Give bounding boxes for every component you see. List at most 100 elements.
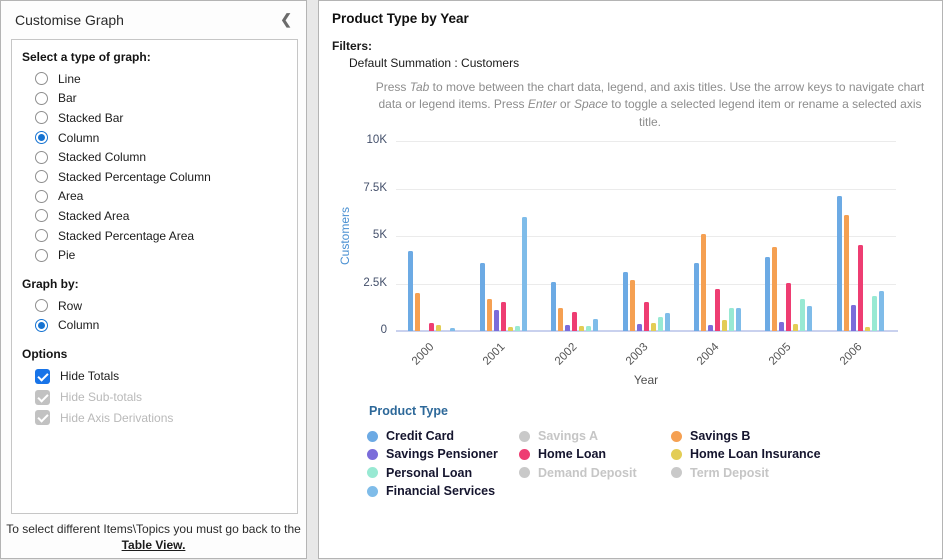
radio-graph-type-stacked-bar[interactable]: Stacked Bar	[35, 108, 297, 128]
graph-by-radio-group: Row Column	[35, 296, 297, 335]
graph-type-radio-group: Line Bar Stacked Bar Column Stacked Column St…	[35, 69, 297, 265]
radio-icon[interactable]	[35, 170, 48, 183]
radio-icon[interactable]	[35, 111, 48, 124]
collapse-panel-icon[interactable]: ❮	[276, 11, 296, 28]
legend-label: Term Deposit	[690, 466, 769, 480]
checkbox-label: Hide Totals	[60, 369, 119, 383]
legend-item-home-loan-insurance[interactable]: Home Loan Insurance	[671, 445, 871, 463]
table-view-link[interactable]: Table View.	[122, 538, 186, 552]
radio-graph-type-stacked-column[interactable]: Stacked Column	[35, 147, 297, 167]
bar-savings-pensioner-2005	[779, 322, 784, 331]
checkbox-icon	[35, 410, 50, 425]
bar-financial-services-2000	[450, 328, 455, 331]
bar-financial-services-2004	[736, 308, 741, 331]
bar-credit-card-2005	[765, 257, 770, 331]
graph-by-heading: Graph by:	[22, 277, 297, 291]
checkbox-hide-axis-derivations: Hide Axis Derivations	[35, 407, 297, 428]
legend-item-demand-deposit[interactable]: Demand Deposit	[519, 464, 671, 482]
legend-item-term-deposit[interactable]: Term Deposit	[671, 464, 871, 482]
radio-label: Stacked Percentage Column	[58, 170, 211, 184]
bar-savings-b-2002	[558, 308, 563, 331]
bar-credit-card-2002	[551, 282, 556, 331]
y-axis-tick-label: 5K	[347, 229, 387, 241]
bar-home-loan-2004	[715, 289, 720, 331]
bar-savings-b-2000	[415, 293, 420, 331]
checkbox-icon[interactable]	[35, 369, 50, 384]
radio-graph-by-row[interactable]: Row	[35, 296, 297, 316]
radio-graph-type-column[interactable]: Column	[35, 128, 297, 148]
options-checkbox-group: Hide Totals Hide Sub-totals Hide Axis Deri…	[35, 366, 297, 428]
radio-icon[interactable]	[35, 151, 48, 164]
radio-label: Stacked Column	[58, 150, 146, 164]
radio-graph-type-pie[interactable]: Pie	[35, 245, 297, 265]
y-axis-title[interactable]: Customers	[338, 201, 352, 271]
graph-options-box: Select a type of graph: LineBarStacked B…	[11, 39, 298, 514]
legend-label: Savings Pensioner	[386, 447, 498, 461]
radio-icon[interactable]	[35, 131, 48, 144]
legend-item-credit-card[interactable]: Credit Card	[367, 427, 519, 445]
radio-icon[interactable]	[35, 190, 48, 203]
legend-item-personal-loan[interactable]: Personal Loan	[367, 464, 519, 482]
checkbox-hide-sub-totals: Hide Sub-totals	[35, 387, 297, 408]
bar-savings-b-2001	[487, 299, 492, 331]
legend-label: Financial Services	[386, 484, 495, 498]
bar-personal-loan-2001	[515, 326, 520, 331]
bar-personal-loan-2006	[872, 296, 877, 331]
radio-icon[interactable]	[35, 319, 48, 332]
radio-icon[interactable]	[35, 209, 48, 222]
bar-home-loan-insurance-2006	[865, 327, 870, 331]
bar-credit-card-2004	[694, 263, 699, 331]
legend-item-savings-pensioner[interactable]: Savings Pensioner	[367, 445, 519, 463]
bar-personal-loan-2003	[658, 317, 663, 331]
checkbox-label: Hide Sub-totals	[60, 390, 142, 404]
radio-icon[interactable]	[35, 299, 48, 312]
y-axis-tick-label: 0	[347, 324, 387, 336]
radio-icon[interactable]	[35, 249, 48, 262]
radio-graph-type-stacked-percentage-column[interactable]: Stacked Percentage Column	[35, 167, 297, 187]
bar-home-loan-insurance-2004	[722, 320, 727, 331]
bar-credit-card-2003	[623, 272, 628, 331]
legend-item-financial-services[interactable]: Financial Services	[367, 482, 519, 500]
legend-label: Home Loan	[538, 447, 606, 461]
bar-personal-loan-2002	[586, 326, 591, 331]
radio-graph-type-stacked-percentage-area[interactable]: Stacked Percentage Area	[35, 226, 297, 246]
radio-label: Column	[58, 318, 99, 332]
legend-label: Credit Card	[386, 429, 454, 443]
bar-personal-loan-2004	[729, 308, 734, 331]
radio-label: Stacked Percentage Area	[58, 229, 194, 243]
radio-label: Bar	[58, 91, 77, 105]
radio-graph-type-stacked-area[interactable]: Stacked Area	[35, 206, 297, 226]
panel-title: Customise Graph	[15, 12, 124, 28]
radio-icon[interactable]	[35, 72, 48, 85]
legend-swatch-icon	[519, 431, 530, 442]
radio-graph-type-line[interactable]: Line	[35, 69, 297, 89]
bar-savings-pensioner-2002	[565, 325, 570, 331]
legend-item-home-loan[interactable]: Home Loan	[519, 445, 671, 463]
x-axis-title[interactable]: Year	[396, 373, 896, 387]
legend-label: Home Loan Insurance	[690, 447, 821, 461]
radio-label: Row	[58, 299, 82, 313]
legend-item-savings-a[interactable]: Savings A	[519, 427, 671, 445]
panel-header: Customise Graph ❮	[1, 1, 306, 34]
legend-label: Savings B	[690, 429, 750, 443]
checkbox-label: Hide Axis Derivations	[60, 411, 173, 425]
checkbox-hide-totals[interactable]: Hide Totals	[35, 366, 297, 387]
legend-swatch-icon	[367, 486, 378, 497]
bar-financial-services-2006	[879, 291, 884, 331]
legend-item-savings-b[interactable]: Savings B	[671, 427, 871, 445]
bar-credit-card-2000	[408, 251, 413, 331]
bar-home-loan-2003	[644, 302, 649, 331]
radio-label: Stacked Bar	[58, 111, 123, 125]
bar-savings-b-2006	[844, 215, 849, 331]
bar-home-loan-insurance-2005	[793, 324, 798, 331]
radio-graph-by-column[interactable]: Column	[35, 316, 297, 336]
radio-label: Stacked Area	[58, 209, 129, 223]
radio-icon[interactable]	[35, 229, 48, 242]
radio-graph-type-area[interactable]: Area	[35, 187, 297, 207]
bar-savings-b-2005	[772, 247, 777, 331]
radio-graph-type-bar[interactable]: Bar	[35, 89, 297, 109]
legend-swatch-icon	[519, 449, 530, 460]
bar-credit-card-2006	[837, 196, 842, 331]
radio-icon[interactable]	[35, 92, 48, 105]
bar-home-loan-2001	[501, 302, 506, 331]
